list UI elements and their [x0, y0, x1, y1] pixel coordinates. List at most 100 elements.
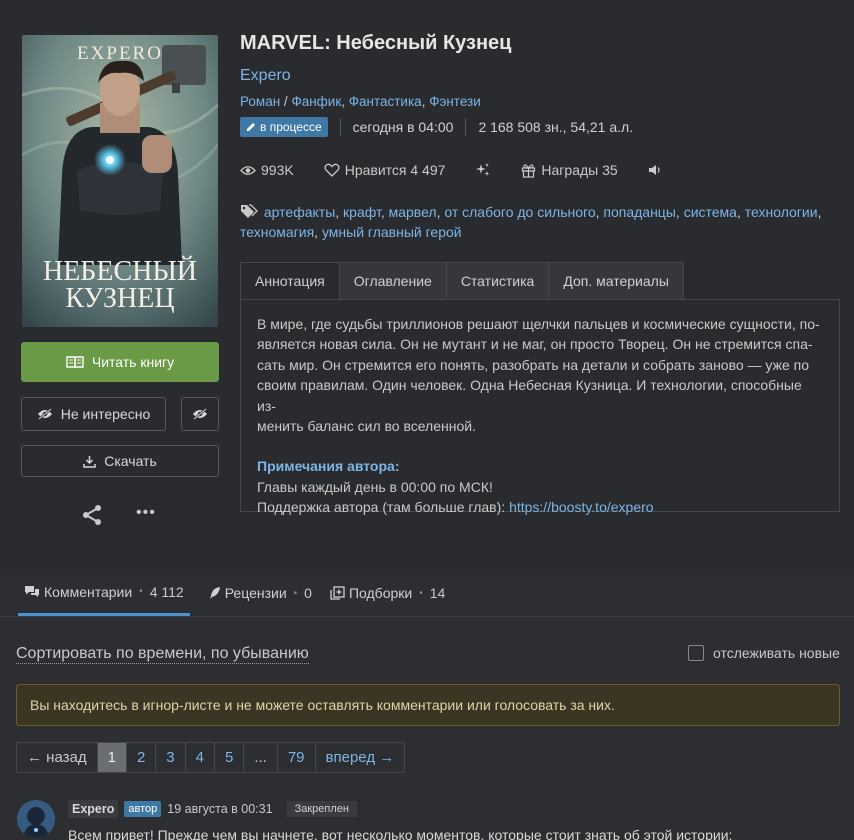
genre-link[interactable]: Фантастика [349, 94, 422, 109]
download-label: Скачать [104, 453, 157, 469]
cover-illustration: EXPERO НЕБЕСНЫЙ КУЗНЕЦ [22, 35, 218, 327]
hide-book-button[interactable] [181, 397, 219, 431]
track-new-checkbox[interactable] [688, 645, 704, 661]
tab-collections[interactable]: Подборки • 14 [330, 570, 445, 616]
comment-author[interactable]: Expero [68, 800, 119, 818]
likes-count: Нравится 4 497 [344, 162, 446, 178]
views-stat: 993K [240, 162, 294, 178]
author-badge: автор [124, 801, 162, 817]
page-button[interactable]: 4 [186, 743, 215, 772]
comments-tabs: Комментарии • 4 112 Рецензии • 0 Подборк… [18, 570, 463, 616]
next-page-button[interactable]: вперед → [316, 743, 405, 772]
form-link[interactable]: Роман [240, 94, 280, 109]
book-cover[interactable]: EXPERO НЕБЕСНЫЙ КУЗНЕЦ [22, 35, 218, 327]
tab-comments[interactable]: Комментарии • 4 112 [18, 570, 190, 616]
reviews-label: Рецензии [224, 585, 287, 601]
tab-extra-materials[interactable]: Доп. материалы [549, 262, 684, 300]
genres-line: Роман / Фанфик, Фантастика, Фэнтези [240, 94, 481, 109]
reviews-count: 0 [304, 585, 312, 601]
read-book-button[interactable]: Читать книгу [21, 342, 219, 382]
comment-text: Всем привет! Прежде чем вы начнете, вот … [68, 827, 733, 840]
tab-contents[interactable]: Оглавление [339, 262, 447, 300]
page-button[interactable]: 2 [127, 743, 157, 772]
comments-label: Комментарии [44, 583, 133, 600]
avatar-image [17, 800, 55, 838]
track-new-toggle[interactable]: отслеживать новые [688, 645, 840, 661]
genre-link[interactable]: Фанфик [291, 94, 341, 109]
track-new-label: отслеживать новые [713, 645, 840, 661]
tag-link[interactable]: артефакты [264, 204, 335, 220]
download-icon [83, 455, 96, 468]
separator-dot: • [293, 587, 298, 599]
tag-link[interactable]: марвел [389, 204, 437, 220]
comments-section: Комментарии • 4 112 Рецензии • 0 Подборк… [0, 570, 854, 840]
comment-header: Expero автор 19 августа в 00:31 Закрепле… [68, 799, 357, 819]
cover-title-line2: КУЗНЕЦ [65, 283, 174, 314]
tag-link[interactable]: умный главный герой [322, 224, 462, 240]
prev-page-button[interactable]: ← назад [17, 743, 98, 772]
annotation-line: менить баланс сил во вселенной. [257, 418, 476, 435]
book-header: EXPERO НЕБЕСНЫЙ КУЗНЕЦ Читать книгу Не и… [0, 0, 854, 556]
status-badge: в процессе [240, 117, 328, 137]
pagination: ← назад 1 2 3 4 5 ... 79 вперед → [16, 742, 406, 773]
comment-date[interactable]: 19 августа в 00:31 [167, 802, 272, 816]
page-button[interactable]: 5 [215, 743, 245, 772]
not-interested-button[interactable]: Не интересно [21, 397, 166, 431]
tags-icon [241, 204, 258, 218]
annotation-line: В мире, где судьбы триллионов решают щел… [257, 316, 820, 332]
tab-statistics[interactable]: Статистика [446, 262, 550, 300]
divider [465, 118, 467, 136]
eye-icon [240, 165, 256, 175]
author-link[interactable]: Expero [240, 67, 291, 85]
quill-icon [209, 587, 220, 599]
views-count: 993K [261, 162, 294, 178]
read-book-label: Читать книгу [91, 354, 175, 370]
page-button[interactable]: 1 [97, 743, 127, 772]
download-button[interactable]: Скачать [21, 445, 219, 477]
sparkle-stat[interactable] [475, 162, 491, 178]
updated-time: сегодня в 04:00 [352, 119, 454, 135]
speaker-icon [648, 165, 660, 175]
annotation-panel: В мире, где судьбы триллионов решают щел… [240, 299, 840, 515]
author-note-text: Поддержка автора (там больше глав): [257, 499, 510, 516]
avatar[interactable] [17, 800, 55, 838]
tag-link[interactable]: система [684, 204, 737, 220]
likes-stat[interactable]: Нравится 4 497 [324, 162, 446, 178]
book-title: MARVEL: Небесный Кузнец [240, 32, 512, 54]
tag-link[interactable]: от слабого до сильного [444, 204, 595, 220]
page-button[interactable]: 3 [156, 743, 186, 772]
audio-stat[interactable] [648, 164, 662, 176]
author-note: Поддержка автора (там больше глав): http… [257, 497, 823, 517]
tab-annotation[interactable]: Аннотация [240, 262, 340, 300]
comments-count: 4 112 [149, 583, 184, 600]
sort-selector[interactable]: Сортировать по времени, по убыванию [16, 645, 309, 664]
awards-stat[interactable]: Награды 35 [521, 162, 618, 178]
collections-label: Подборки [348, 585, 413, 601]
page-button[interactable]: 79 [278, 743, 316, 772]
awards-count: Награды 35 [541, 162, 618, 178]
heart-icon [324, 163, 340, 177]
comments-icon [25, 586, 39, 597]
gift-icon [522, 163, 536, 178]
pencil-icon [247, 123, 255, 131]
tag-link[interactable]: крафт [343, 204, 381, 220]
share-icon[interactable] [80, 503, 104, 527]
tag-link[interactable]: попаданцы [603, 204, 676, 220]
book-size: 2 168 508 зн., 54,21 а.л. [478, 119, 634, 135]
tag-link[interactable]: технологии [745, 204, 818, 220]
annotation-line: является новая сила. Он не мутант и не м… [257, 336, 813, 353]
tab-reviews[interactable]: Рецензии • 0 [208, 570, 312, 616]
separator-dot: • [139, 586, 143, 597]
separator-dot: • [419, 587, 423, 599]
tag-link[interactable]: техномагия [240, 224, 314, 240]
author-note: Главы каждый день в 00:00 по МСК! [257, 478, 493, 495]
ignore-list-warning: Вы находитесь в игнор-листе и не можете … [16, 684, 840, 726]
status-row: в процессе сегодня в 04:00 2 168 508 зн.… [240, 117, 633, 137]
more-options-icon[interactable]: ••• [136, 504, 158, 524]
annotation-line: сать мир. Он стремится его понять, разоб… [257, 356, 810, 373]
divider [0, 616, 854, 617]
genre-link[interactable]: Фэнтези [429, 94, 481, 109]
boosty-link[interactable]: https://boosty.to/expero [509, 499, 654, 515]
tags-list: артефакты, крафт, марвел, от слабого до … [240, 204, 822, 240]
annotation-line: своим правилам. Один человек. Одна Небес… [257, 377, 802, 414]
